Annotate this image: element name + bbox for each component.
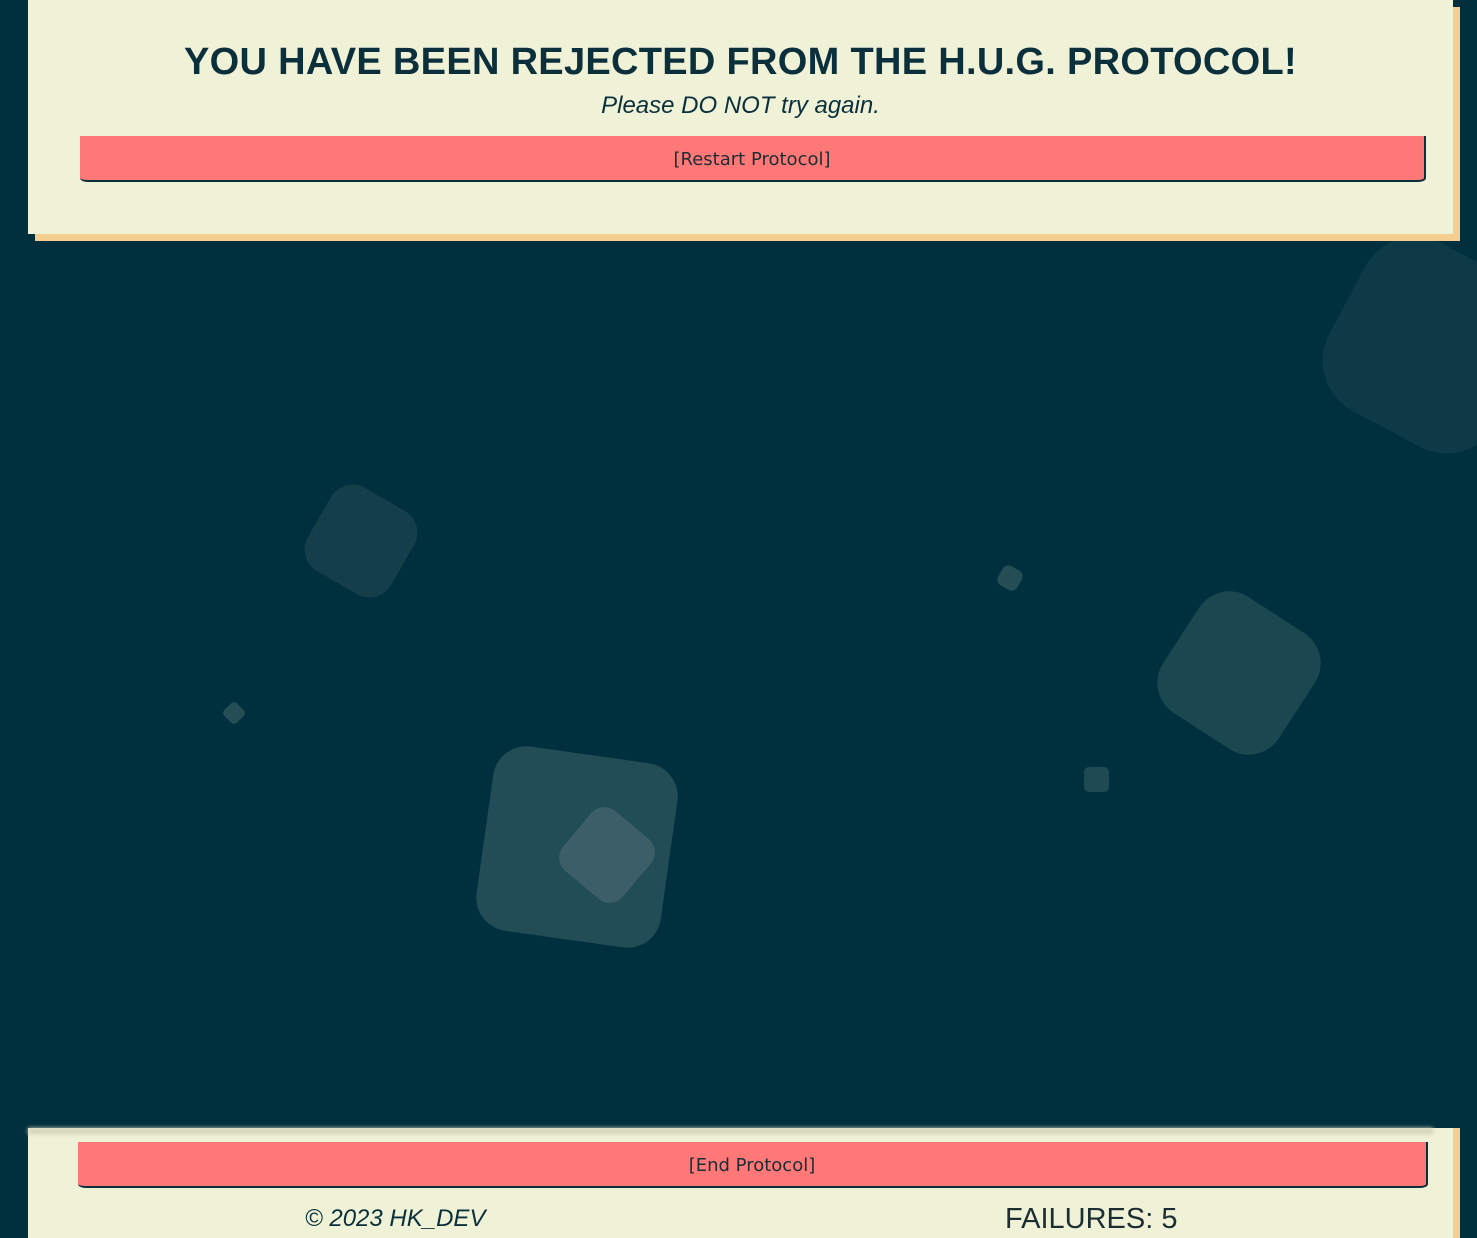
page-subtitle: Please DO NOT try again. [601, 92, 880, 119]
page: YOU HAVE BEEN REJECTED FROM THE H.U.G. P… [0, 0, 1477, 1238]
failures-counter: FAILURES: 5 [1005, 1203, 1178, 1235]
decorative-shape [295, 475, 427, 607]
footer: [End Protocol] © 2023 HK_DEV FAILURES: 5 [28, 1128, 1453, 1238]
copyright-text: © 2023 HK_DEV [305, 1205, 486, 1232]
end-protocol-button[interactable]: [End Protocol] [78, 1142, 1428, 1188]
page-title: YOU HAVE BEEN REJECTED FROM THE H.U.G. P… [184, 41, 1297, 83]
restart-protocol-button[interactable]: [Restart Protocol] [80, 136, 1426, 182]
decorative-shape [1302, 216, 1477, 474]
rejection-card: YOU HAVE BEEN REJECTED FROM THE H.U.G. P… [28, 0, 1453, 234]
decorative-shape [994, 562, 1026, 594]
decorative-shape [221, 700, 247, 726]
decorative-shape [1143, 577, 1335, 769]
decorative-shape [1084, 767, 1109, 792]
